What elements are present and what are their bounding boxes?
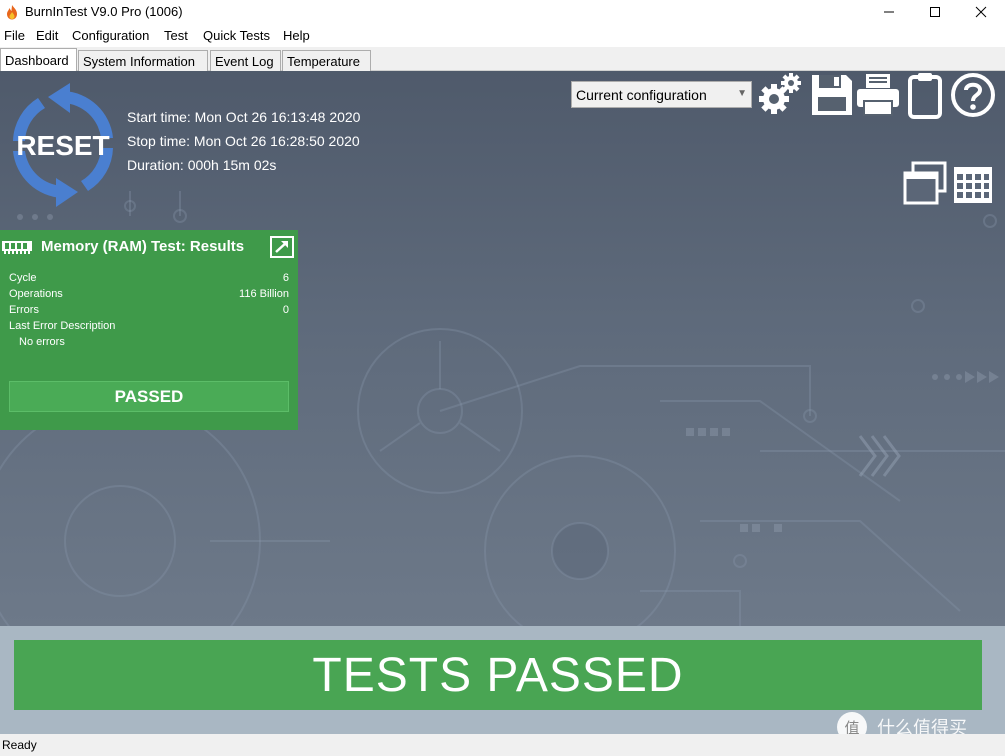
- status-bar: Ready: [0, 734, 1005, 756]
- last-error-label: Last Error Description: [9, 320, 116, 332]
- grid-view-icon[interactable]: [953, 166, 993, 204]
- stop-time: Stop time: Mon Oct 26 16:28:50 2020: [127, 133, 360, 149]
- expand-icon[interactable]: [270, 236, 294, 258]
- minimize-button[interactable]: [866, 0, 912, 24]
- tab-bar: Dashboard System Information Event Log T…: [0, 47, 1005, 71]
- tab-temperature[interactable]: Temperature: [282, 50, 371, 71]
- reset-label: RESET: [16, 130, 109, 161]
- clipboard-icon[interactable]: [902, 71, 950, 119]
- print-icon[interactable]: [854, 71, 902, 119]
- stat-label-operations: Operations: [9, 288, 63, 300]
- memory-panel-header: Memory (RAM) Test: Results: [0, 230, 298, 262]
- stat-label-errors: Errors: [9, 304, 39, 316]
- title-bar: BurnInTest V9.0 Pro (1006): [0, 0, 1005, 24]
- tab-dashboard[interactable]: Dashboard: [0, 48, 77, 71]
- minimize-icon: [884, 11, 894, 13]
- memory-test-panel: Memory (RAM) Test: Results Cycle 6 Opera…: [0, 230, 298, 430]
- menu-help[interactable]: Help: [283, 28, 310, 43]
- stat-value-cycle: 6: [282, 272, 289, 284]
- reset-icon[interactable]: RESET: [8, 83, 118, 208]
- ram-icon: [2, 241, 32, 254]
- close-icon: [975, 6, 987, 18]
- stat-value-errors: 0: [282, 304, 289, 316]
- close-button[interactable]: [958, 0, 1004, 24]
- menu-test[interactable]: Test: [164, 28, 188, 43]
- tests-passed-banner: TESTS PASSED: [14, 640, 982, 710]
- menu-bar: File Edit Configuration Test Quick Tests…: [0, 26, 1005, 46]
- help-icon[interactable]: [949, 71, 997, 119]
- maximize-icon: [930, 7, 940, 17]
- tab-system-information[interactable]: System Information: [78, 50, 208, 71]
- chevron-down-icon: ▼: [737, 88, 747, 99]
- toolbar: [756, 71, 1005, 119]
- start-time: Start time: Mon Oct 26 16:13:48 2020: [127, 109, 361, 125]
- menu-quick-tests[interactable]: Quick Tests: [203, 28, 270, 43]
- dashboard-panel: RESET Start time: Mon Oct 26 16:13:48 20…: [0, 71, 1005, 626]
- passed-status: PASSED: [9, 381, 289, 412]
- save-icon[interactable]: [808, 71, 856, 119]
- stat-label-cycle: Cycle: [9, 272, 37, 284]
- menu-edit[interactable]: Edit: [36, 28, 58, 43]
- tab-event-log[interactable]: Event Log: [210, 50, 281, 71]
- settings-icon[interactable]: [756, 71, 804, 119]
- last-error-value: No errors: [19, 336, 65, 348]
- stat-value-operations: 116 Billion: [239, 288, 289, 300]
- memory-panel-title: Memory (RAM) Test: Results: [41, 238, 245, 255]
- configuration-select[interactable]: Current configuration ▼: [571, 81, 752, 108]
- window-title: BurnInTest V9.0 Pro (1006): [25, 4, 183, 19]
- result-area: TESTS PASSED 值 什么值得买: [0, 626, 1005, 742]
- menu-file[interactable]: File: [4, 28, 25, 43]
- windows-view-icon[interactable]: [903, 161, 947, 205]
- flame-icon: [7, 5, 17, 20]
- status-text: Ready: [2, 738, 37, 752]
- maximize-button[interactable]: [912, 0, 958, 24]
- menu-configuration[interactable]: Configuration: [72, 28, 149, 43]
- duration: Duration: 000h 15m 02s: [127, 157, 277, 173]
- configuration-select-value: Current configuration: [576, 87, 707, 103]
